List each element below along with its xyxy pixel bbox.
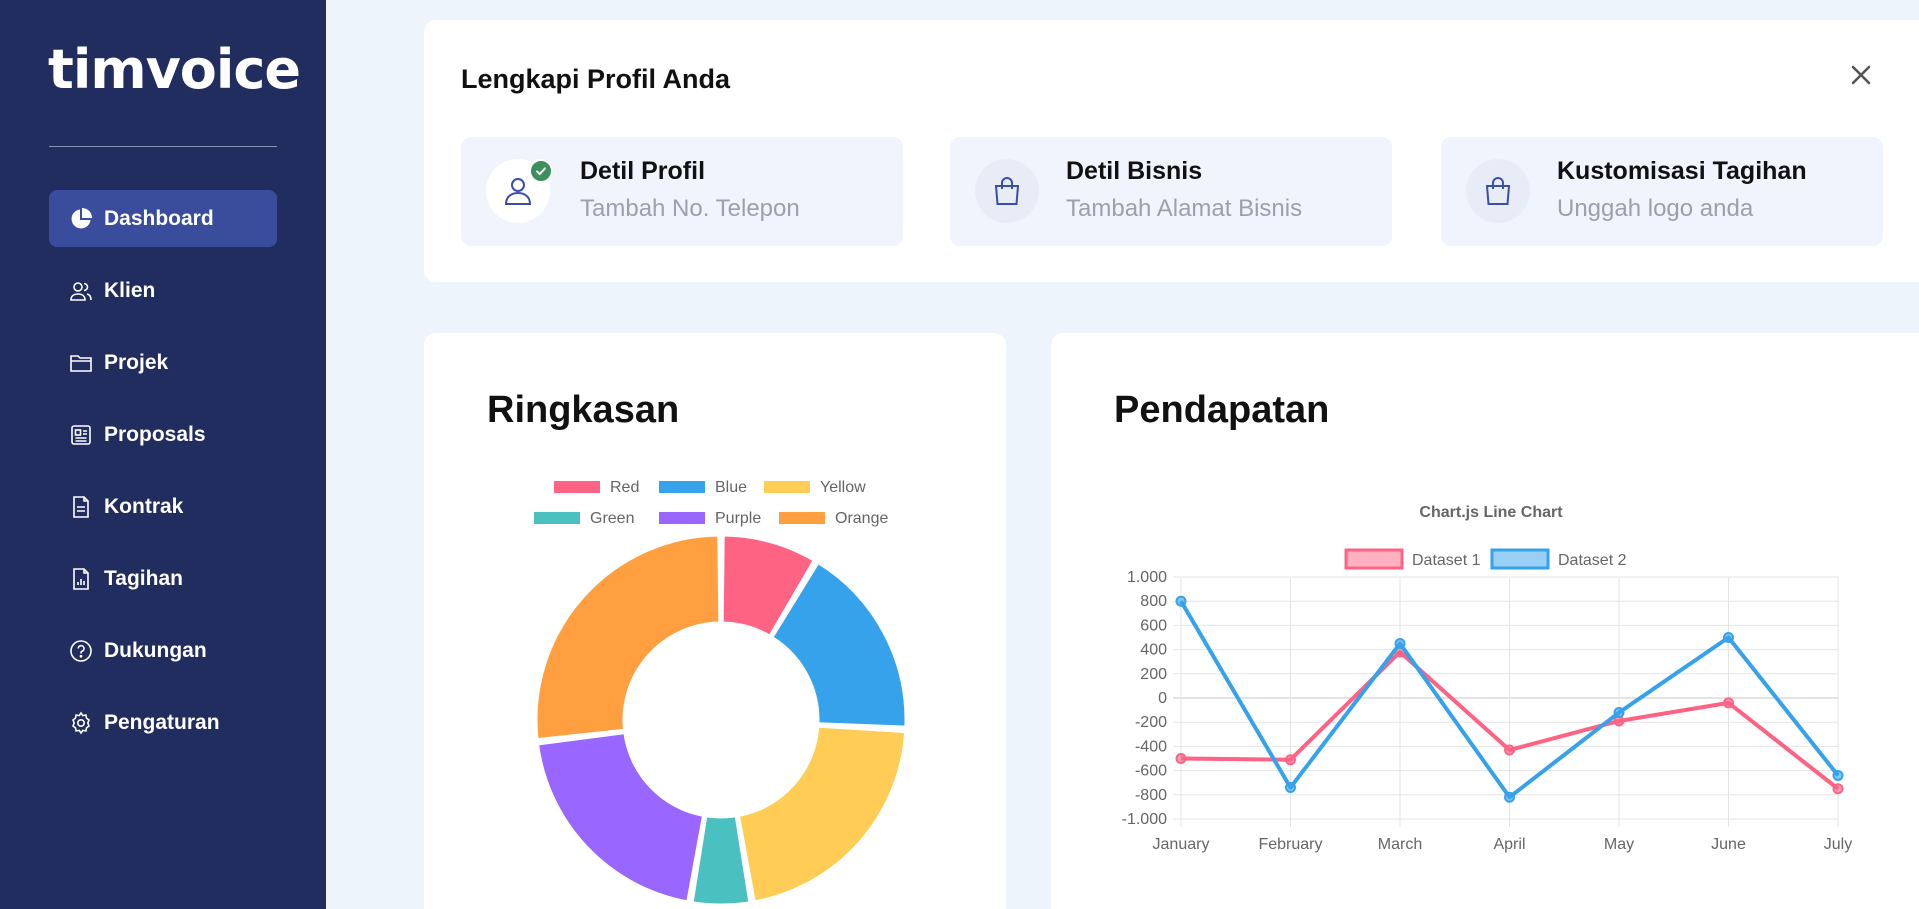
data-point (1723, 697, 1734, 709)
step-business-details[interactable]: Detil Bisnis Tambah Alamat Bisnis (950, 137, 1392, 246)
legend-swatch (1344, 548, 1404, 570)
donut-slice-purple (535, 730, 706, 904)
legend-label: Red (610, 479, 639, 496)
sidebar-item-label: Klien (104, 278, 156, 302)
sidebar-item-projek[interactable]: Projek (49, 334, 277, 391)
sidebar-item-pengaturan[interactable]: Pengaturan (49, 694, 277, 751)
app-logo[interactable]: timvoice (48, 38, 301, 101)
legend-label: Purple (715, 510, 761, 527)
step-title: Detil Profil (580, 157, 706, 185)
step-profile-details[interactable]: Detil Profil Tambah No. Telepon (461, 137, 903, 246)
complete-profile-card: Lengkapi Profil Anda Detil Profil Tambah… (424, 20, 1919, 282)
help-icon (69, 639, 93, 663)
users-icon (69, 279, 93, 303)
legend-swatch (534, 512, 580, 524)
legend-label: Orange (835, 510, 888, 527)
step-invoice-customization[interactable]: Kustomisasi Tagihan Unggah logo anda (1441, 137, 1883, 246)
data-point (1285, 782, 1296, 794)
legend-swatch (779, 512, 825, 524)
check-icon (529, 159, 553, 183)
y-tick-label: 400 (1140, 642, 1167, 659)
data-point (1504, 744, 1515, 756)
x-tick-label: April (1493, 836, 1525, 853)
proposal-icon (69, 423, 93, 447)
sidebar-item-tagihan[interactable]: Tagihan (49, 550, 277, 607)
donut-slice-orange (534, 533, 722, 742)
step-title: Detil Bisnis (1066, 157, 1203, 185)
y-tick-label: -200 (1135, 714, 1167, 731)
y-tick-label: 800 (1140, 593, 1167, 610)
sidebar-item-label: Proposals (104, 422, 206, 446)
sidebar-item-kontrak[interactable]: Kontrak (49, 478, 277, 535)
data-point (1175, 595, 1187, 607)
x-tick-label: March (1378, 836, 1422, 853)
line-chart: Chart.js Line Chart Dataset 1 Dataset 2 1.0… (1122, 504, 1853, 853)
pie-chart-icon (69, 207, 93, 231)
doughnut-chart: Red Blue Yellow Green Purple Orange (534, 479, 908, 907)
donut-slice-yellow (736, 724, 908, 904)
legend-swatch (554, 481, 600, 493)
shopping-bag-icon (1466, 159, 1530, 223)
chart-title: Chart.js Line Chart (1419, 504, 1563, 521)
legend-label: Dataset 1 (1412, 552, 1481, 569)
summary-panel: Ringkasan Red Blue Yellow Green Purple Orange (424, 333, 1006, 909)
profile-card-title: Lengkapi Profil Anda (461, 64, 731, 94)
legend-label: Yellow (820, 479, 866, 496)
gear-icon (69, 711, 93, 735)
folder-icon (69, 351, 93, 375)
sidebar-item-label: Dashboard (104, 206, 214, 230)
legend-swatch (659, 481, 705, 493)
data-point (1504, 791, 1515, 803)
step-subtitle: Unggah logo anda (1557, 195, 1754, 222)
sidebar-item-label: Dukungan (104, 638, 207, 662)
sidebar-item-label: Tagihan (104, 566, 183, 590)
legend-swatch (1490, 548, 1550, 570)
y-tick-label: 0 (1158, 690, 1167, 707)
x-tick-label: June (1711, 836, 1746, 853)
legend-label: Blue (715, 479, 747, 496)
data-point (1285, 754, 1296, 766)
y-tick-label: -600 (1135, 763, 1167, 780)
y-tick-label: 1.000 (1127, 569, 1167, 586)
step-title: Kustomisasi Tagihan (1557, 157, 1807, 185)
invoice-icon (69, 567, 93, 591)
y-tick-label: -1.000 (1122, 811, 1167, 828)
sidebar-item-label: Projek (104, 350, 169, 374)
sidebar-item-proposals[interactable]: Proposals (49, 406, 277, 463)
close-button[interactable] (1846, 60, 1876, 90)
sidebar-item-dashboard[interactable]: Dashboard (49, 190, 277, 247)
sidebar-item-label: Kontrak (104, 494, 184, 518)
document-icon (69, 495, 93, 519)
x-tick-label: July (1824, 836, 1852, 853)
step-subtitle: Tambah No. Telepon (580, 195, 800, 222)
sidebar-nav: Dashboard Klien Projek Proposals Kontrak (49, 190, 277, 766)
x-tick-label: May (1604, 836, 1634, 853)
legend-swatch (764, 481, 810, 493)
legend-label: Green (590, 510, 634, 527)
sidebar-divider (49, 146, 277, 147)
y-tick-label: -400 (1135, 738, 1167, 755)
data-point (1832, 769, 1844, 781)
x-tick-label: January (1153, 836, 1210, 853)
data-point (1723, 632, 1734, 643)
data-point (1175, 753, 1187, 764)
data-point (1613, 707, 1625, 719)
y-tick-label: -800 (1135, 787, 1167, 804)
shopping-bag-icon (975, 159, 1039, 223)
y-tick-label: 600 (1140, 617, 1167, 634)
data-point (1832, 783, 1844, 795)
sidebar-item-dukungan[interactable]: Dukungan (49, 622, 277, 679)
sidebar-item-klien[interactable]: Klien (49, 262, 277, 319)
data-point (1394, 638, 1406, 650)
sidebar-item-label: Pengaturan (104, 710, 220, 734)
legend-label: Dataset 2 (1558, 552, 1627, 569)
legend-swatch (659, 512, 705, 524)
x-tick-label: February (1258, 836, 1322, 853)
revenue-panel: Pendapatan Chart.js Line Chart Dataset 1D… (1051, 333, 1919, 909)
step-subtitle: Tambah Alamat Bisnis (1066, 195, 1303, 222)
sidebar: timvoice Dashboard Klien Projek Proposal… (0, 0, 326, 909)
y-tick-label: 200 (1140, 666, 1167, 683)
close-icon (1851, 65, 1871, 85)
